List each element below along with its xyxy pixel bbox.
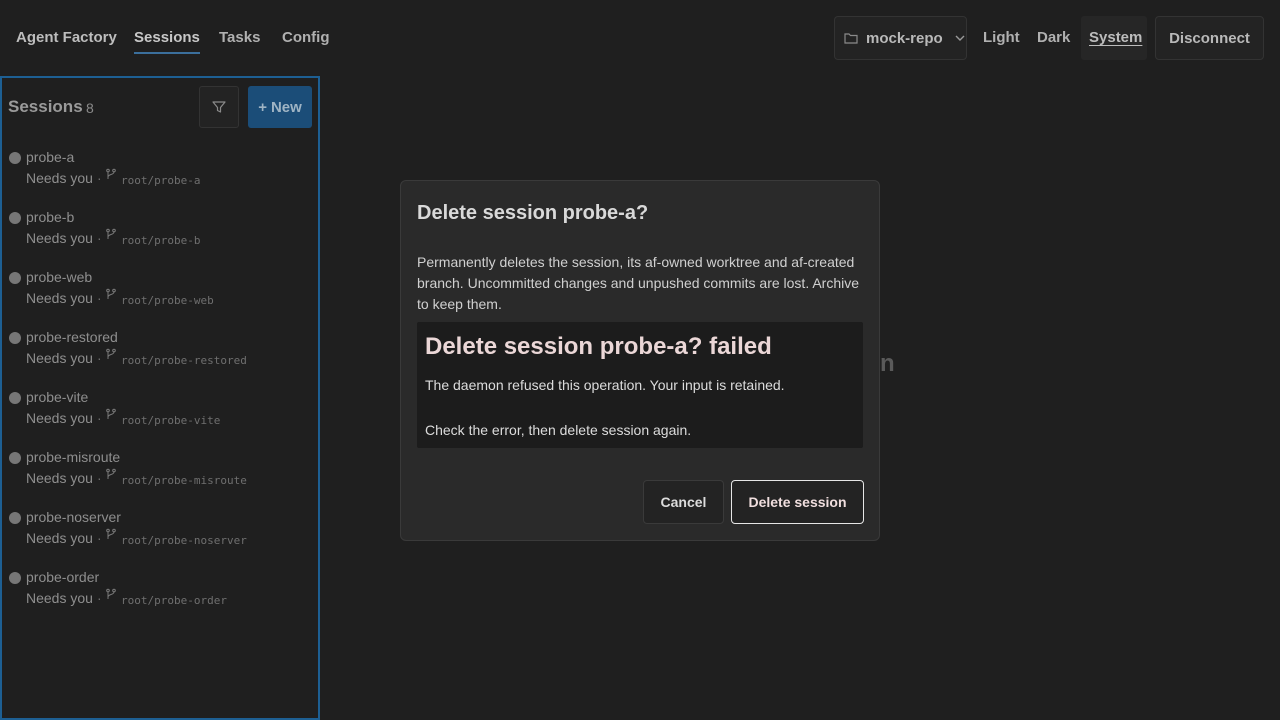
- separator-dot: ·: [97, 590, 102, 606]
- session-status: Needs you: [26, 590, 93, 606]
- new-session-label: New: [270, 98, 302, 116]
- session-branch: root/probe-misroute: [121, 474, 247, 487]
- git-branch-icon: [106, 228, 116, 239]
- tab-config[interactable]: Config: [282, 29, 329, 46]
- status-dot-icon: [9, 272, 21, 284]
- tab-tasks[interactable]: Tasks: [219, 29, 260, 46]
- status-dot-icon: [9, 152, 21, 164]
- session-item-probe-vite[interactable]: probe-vite Needs you · root/probe-vite: [8, 386, 308, 436]
- app-brand[interactable]: Agent Factory: [16, 29, 117, 46]
- filter-button[interactable]: [199, 86, 239, 128]
- sidebar-title: Sessions: [8, 97, 83, 116]
- git-branch-icon: [106, 288, 116, 299]
- session-item-probe-order[interactable]: probe-order Needs you · root/probe-order: [8, 566, 308, 616]
- disconnect-button[interactable]: Disconnect: [1155, 16, 1264, 60]
- separator-dot: ·: [97, 350, 102, 366]
- status-dot-icon: [9, 212, 21, 224]
- folder-icon: [844, 33, 858, 44]
- plus-icon: +: [258, 98, 267, 116]
- session-status: Needs you: [26, 530, 93, 546]
- session-item-probe-noserver[interactable]: probe-noserver Needs you · root/probe-noser…: [8, 506, 308, 556]
- dialog-title: Delete session probe-a?: [417, 202, 649, 224]
- session-name: probe-a: [26, 149, 75, 165]
- status-dot-icon: [9, 332, 21, 344]
- error-panel: Delete session probe-a? failed The daemo…: [417, 322, 863, 448]
- session-branch: root/probe-b: [121, 234, 201, 247]
- new-session-button[interactable]: + New: [248, 86, 312, 128]
- git-branch-icon: [106, 588, 116, 599]
- status-dot-icon: [9, 392, 21, 404]
- session-branch: root/probe-a: [121, 174, 201, 187]
- separator-dot: ·: [97, 530, 102, 546]
- session-branch: root/probe-web: [121, 294, 214, 307]
- git-branch-icon: [106, 168, 116, 179]
- status-dot-icon: [9, 512, 21, 524]
- session-branch: root/probe-vite: [121, 414, 221, 427]
- session-count: 8: [86, 100, 94, 116]
- session-branch: root/probe-restored: [121, 354, 247, 367]
- error-title: Delete session probe-a? failed: [425, 333, 772, 360]
- repo-label: mock-repo: [866, 29, 943, 47]
- cancel-button[interactable]: Cancel: [643, 480, 724, 524]
- theme-light[interactable]: Light: [983, 29, 1020, 46]
- separator-dot: ·: [97, 170, 102, 186]
- repo-selector[interactable]: mock-repo: [834, 16, 967, 60]
- session-name: probe-b: [26, 209, 75, 225]
- git-branch-icon: [106, 468, 116, 479]
- session-name: probe-misroute: [26, 449, 121, 465]
- session-status: Needs you: [26, 350, 93, 366]
- background-heading-fragment: n: [880, 350, 895, 377]
- session-item-probe-web[interactable]: probe-web Needs you · root/probe-web: [8, 266, 308, 316]
- dialog-description: Permanently deletes the session, its af-…: [417, 254, 860, 312]
- session-status: Needs you: [26, 470, 93, 486]
- session-item-probe-restored[interactable]: probe-restored Needs you · root/probe-resto…: [8, 326, 308, 376]
- session-branch: root/probe-order: [121, 594, 227, 607]
- separator-dot: ·: [97, 470, 102, 486]
- theme-system[interactable]: System: [1089, 29, 1142, 46]
- session-branch: root/probe-noserver: [121, 534, 247, 547]
- session-name: probe-web: [26, 269, 93, 285]
- chevron-down-icon: [955, 35, 965, 41]
- session-name: probe-restored: [26, 329, 118, 345]
- sessions-sidebar: Sessions 8 + New probe-a Needs you · root/p…: [0, 76, 320, 720]
- session-name: probe-vite: [26, 389, 89, 405]
- status-dot-icon: [9, 572, 21, 584]
- theme-dark[interactable]: Dark: [1037, 29, 1070, 46]
- session-item-probe-b[interactable]: probe-b Needs you · root/probe-b: [8, 206, 308, 256]
- session-item-probe-a[interactable]: probe-a Needs you · root/probe-a: [8, 146, 308, 196]
- top-bar: Agent Factory Sessions Tasks Config mock…: [0, 0, 1280, 76]
- session-status: Needs you: [26, 410, 93, 426]
- git-branch-icon: [106, 408, 116, 419]
- session-name: probe-noserver: [26, 509, 121, 525]
- tab-sessions[interactable]: Sessions: [134, 29, 200, 54]
- delete-session-button[interactable]: Delete session: [731, 480, 864, 524]
- delete-session-dialog: Delete session probe-a? Permanently dele…: [400, 180, 880, 541]
- git-branch-icon: [106, 348, 116, 359]
- session-status: Needs you: [26, 230, 93, 246]
- error-message: The daemon refused this operation. Your …: [425, 377, 785, 393]
- status-dot-icon: [9, 452, 21, 464]
- session-status: Needs you: [26, 290, 93, 306]
- session-name: probe-order: [26, 569, 100, 585]
- filter-icon: [212, 101, 226, 113]
- separator-dot: ·: [97, 410, 102, 426]
- session-item-probe-misroute[interactable]: probe-misroute Needs you · root/probe-misro…: [8, 446, 308, 496]
- error-hint: Check the error, then delete session aga…: [425, 422, 692, 438]
- git-branch-icon: [106, 528, 116, 539]
- separator-dot: ·: [97, 290, 102, 306]
- separator-dot: ·: [97, 230, 102, 246]
- session-status: Needs you: [26, 170, 93, 186]
